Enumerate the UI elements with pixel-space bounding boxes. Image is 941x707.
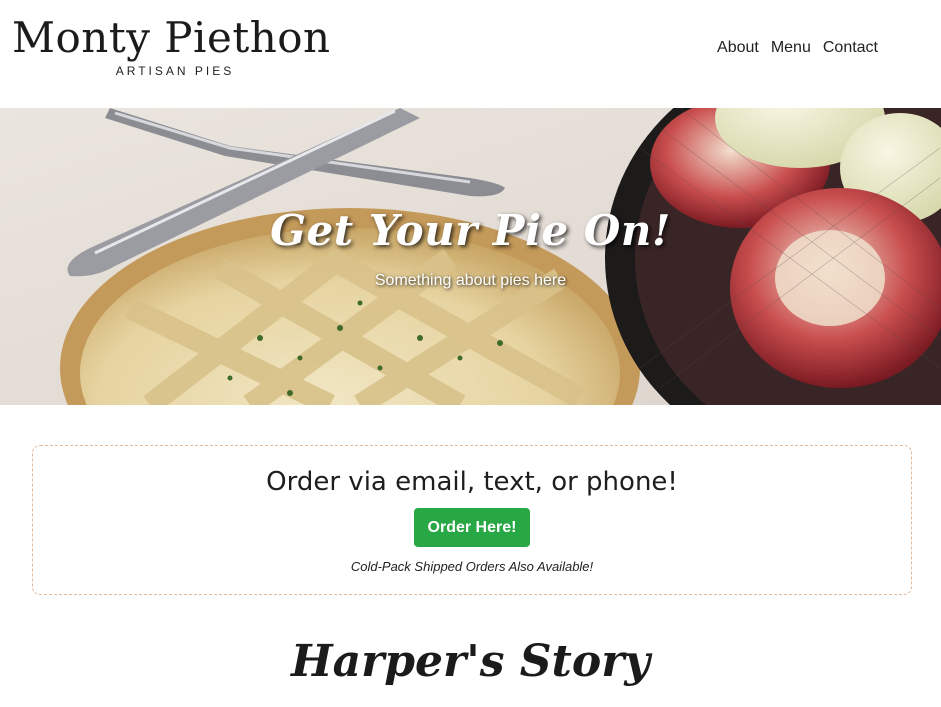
brand-logo[interactable]: Monty Piethon ARTISAN PIES bbox=[12, 13, 331, 79]
story-heading: Harper's Story bbox=[291, 636, 650, 687]
nav-menu-link[interactable]: Menu bbox=[765, 38, 817, 58]
shipping-note: Cold-Pack Shipped Orders Also Available! bbox=[350, 559, 594, 574]
main-nav: About Menu Contact bbox=[711, 38, 884, 58]
hero-title: Get Your Pie On! bbox=[270, 206, 671, 255]
hero-banner: Get Your Pie On! Something about pies he… bbox=[0, 108, 941, 405]
hero-subtitle: Something about pies here bbox=[374, 272, 567, 289]
brand-tagline: ARTISAN PIES bbox=[115, 64, 235, 78]
order-here-button[interactable]: Order Here! bbox=[413, 508, 531, 547]
pie-photo-image bbox=[0, 108, 941, 405]
nav-contact-link[interactable]: Contact bbox=[817, 38, 884, 58]
nav-about-link[interactable]: About bbox=[711, 38, 765, 58]
order-heading: Order via email, text, or phone! bbox=[266, 467, 678, 497]
brand-name: Monty Piethon bbox=[12, 13, 331, 62]
site-header: Monty Piethon ARTISAN PIES About Menu Co… bbox=[0, 0, 941, 108]
order-panel: Order via email, text, or phone! Order H… bbox=[32, 445, 912, 595]
